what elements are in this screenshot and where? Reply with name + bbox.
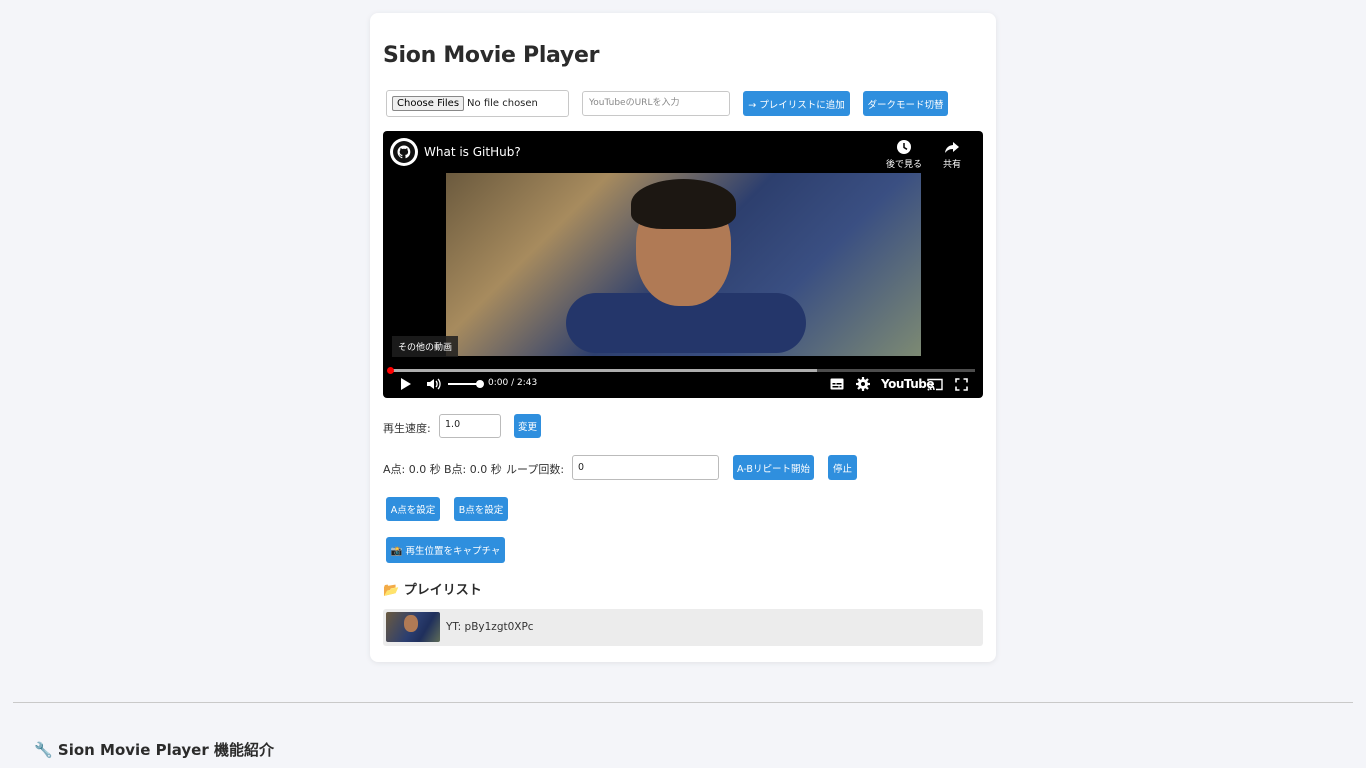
b-point-label: B点: 0.0 秒 xyxy=(444,463,502,476)
a-point-label: A点: 0.0 秒 xyxy=(383,463,441,476)
playlist-heading: 📂 プレイリスト xyxy=(383,583,482,598)
gear-icon xyxy=(856,377,870,391)
playback-speed-label: 再生速度: xyxy=(383,422,431,435)
playlist-item-label[interactable]: YT: pBy1zgt0XPc xyxy=(446,621,534,633)
thumbnail-face xyxy=(404,615,418,632)
change-speed-button[interactable]: 変更 xyxy=(514,414,541,438)
loop-count-label: ループ回数: xyxy=(506,463,565,476)
video-progress-bar[interactable] xyxy=(387,367,975,374)
page-title: Sion Movie Player xyxy=(383,43,600,68)
mute-button[interactable] xyxy=(426,376,441,392)
video-progress-loaded xyxy=(390,369,818,372)
settings-button[interactable] xyxy=(856,376,870,392)
video-progress-scrubber[interactable] xyxy=(387,367,394,374)
watch-later-label: 後で見る xyxy=(885,160,922,170)
play-icon xyxy=(401,378,411,390)
section-divider xyxy=(13,702,1353,703)
playback-speed-input[interactable]: 1.0 xyxy=(439,414,501,438)
stop-button[interactable]: 停止 xyxy=(828,455,857,480)
features-heading: 🔧 Sion Movie Player 機能紹介 xyxy=(34,741,274,759)
fullscreen-icon xyxy=(955,377,968,391)
volume-slider-handle[interactable] xyxy=(476,380,484,388)
play-button[interactable] xyxy=(400,376,412,392)
player-card: Sion Movie Player Choose Files No file c… xyxy=(370,13,996,662)
file-input[interactable]: Choose Files No file chosen xyxy=(386,90,569,117)
youtube-url-input[interactable]: YouTubeのURLを入力 xyxy=(582,91,730,116)
add-to-playlist-button[interactable]: → プレイリストに追加 xyxy=(743,91,850,116)
file-status: No file chosen xyxy=(467,98,538,109)
video-title[interactable]: What is GitHub? xyxy=(424,145,521,159)
more-videos-button[interactable]: その他の動画 xyxy=(392,336,459,357)
loop-count-input[interactable]: 0 xyxy=(572,455,719,480)
capture-position-button[interactable]: 📸 再生位置をキャプチャ xyxy=(386,537,505,563)
video-frame[interactable] xyxy=(446,173,921,356)
share-label: 共有 xyxy=(942,160,961,170)
subtitles-icon xyxy=(830,378,844,390)
ab-repeat-start-button[interactable]: A-Bリピート開始 xyxy=(733,455,814,480)
cast-button[interactable] xyxy=(927,376,943,392)
watch-later-button[interactable]: 後で見る xyxy=(883,139,925,170)
cast-icon xyxy=(927,378,943,390)
fullscreen-button[interactable] xyxy=(955,376,968,392)
video-subject-hair xyxy=(631,179,736,229)
volume-slider[interactable] xyxy=(448,380,484,388)
dark-mode-toggle-button[interactable]: ダークモード切替 xyxy=(863,91,948,116)
volume-icon xyxy=(427,378,441,390)
subtitles-button[interactable] xyxy=(830,376,844,392)
clock-icon xyxy=(883,139,925,155)
playlist-item[interactable]: YT: pBy1zgt0XPc xyxy=(383,609,983,646)
share-button[interactable]: 共有 xyxy=(938,139,966,170)
github-channel-icon[interactable] xyxy=(390,138,418,166)
share-icon xyxy=(938,139,966,155)
set-b-point-button[interactable]: B点を設定 xyxy=(454,497,508,521)
playlist-item-thumbnail[interactable] xyxy=(386,612,440,642)
youtube-video-player[interactable]: What is GitHub? 後で見る 共有 その他の動画 0:00 / 2:… xyxy=(383,131,983,398)
choose-files-button[interactable]: Choose Files xyxy=(392,96,465,111)
video-time: 0:00 / 2:43 xyxy=(488,378,538,388)
set-a-point-button[interactable]: A点を設定 xyxy=(386,497,440,521)
